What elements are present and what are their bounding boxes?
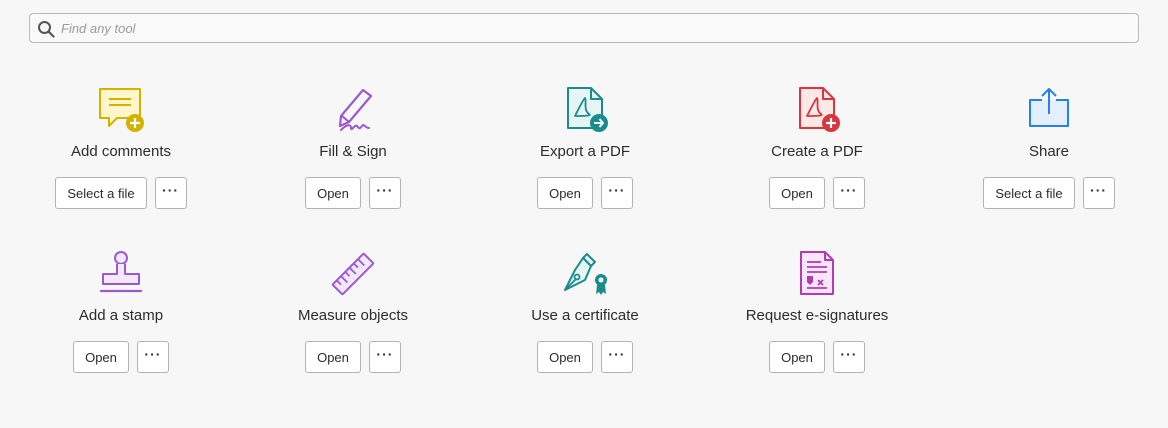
more-icon: ···: [840, 346, 858, 362]
tool-measure-objects: Measure objects Open ···: [237, 250, 469, 400]
more-icon: ···: [1090, 182, 1108, 198]
tool-request-e-signatures: Request e-signatures Open ···: [701, 250, 933, 400]
tool-export-pdf: Export a PDF Open ···: [469, 86, 701, 236]
share-select-file-button[interactable]: Select a file: [983, 177, 1075, 209]
stamp-icon: [99, 251, 143, 293]
tool-label: Use a certificate: [531, 307, 639, 324]
tool-label: Measure objects: [297, 307, 409, 324]
tool-label: Share: [1028, 143, 1070, 160]
add-comments-more-button[interactable]: ···: [154, 177, 187, 209]
add-stamp-more-button[interactable]: ···: [136, 341, 169, 373]
measure-objects-more-button[interactable]: ···: [368, 341, 401, 373]
tool-fill-sign: Fill & Sign Open ···: [237, 86, 469, 236]
tool-label: Create a PDF: [771, 143, 863, 160]
add-stamp-open-button[interactable]: Open: [73, 341, 129, 373]
more-icon: ···: [162, 182, 180, 198]
add-comments-select-file-button[interactable]: Select a file: [55, 177, 147, 209]
search-input[interactable]: [61, 14, 1121, 42]
tool-add-comments: Add comments Select a file ···: [5, 86, 237, 236]
more-icon: ···: [376, 182, 394, 198]
export-pdf-more-button[interactable]: ···: [600, 177, 633, 209]
more-icon: ···: [144, 346, 162, 362]
create-pdf-more-button[interactable]: ···: [832, 177, 865, 209]
export-pdf-open-button[interactable]: Open: [537, 177, 593, 209]
tool-label: Export a PDF: [539, 143, 631, 160]
more-icon: ···: [376, 346, 394, 362]
tool-share: Share Select a file ···: [933, 86, 1165, 236]
request-e-signatures-more-button[interactable]: ···: [832, 341, 865, 373]
fill-sign-open-button[interactable]: Open: [305, 177, 361, 209]
more-icon: ···: [840, 182, 858, 198]
tool-label: Fill & Sign: [319, 143, 387, 160]
create-pdf-open-button[interactable]: Open: [769, 177, 825, 209]
ruler-icon: [331, 252, 375, 296]
certificate-pen-icon: [564, 253, 607, 295]
tool-use-certificate: Use a certificate Open ···: [469, 250, 701, 400]
use-certificate-more-button[interactable]: ···: [600, 341, 633, 373]
more-icon: ···: [608, 346, 626, 362]
measure-objects-open-button[interactable]: Open: [305, 341, 361, 373]
export-pdf-icon: [567, 87, 608, 132]
request-e-signatures-open-button[interactable]: Open: [769, 341, 825, 373]
tool-label: Add a stamp: [78, 307, 164, 324]
use-certificate-open-button[interactable]: Open: [537, 341, 593, 373]
more-icon: ···: [608, 182, 626, 198]
tool-create-pdf: Create a PDF Open ···: [701, 86, 933, 236]
search-icon: [38, 21, 55, 38]
tool-label: Add comments: [70, 143, 172, 160]
share-more-button[interactable]: ···: [1082, 177, 1115, 209]
tool-label: Request e-signatures: [745, 307, 889, 324]
share-icon: [1029, 88, 1069, 127]
fill-sign-more-button[interactable]: ···: [368, 177, 401, 209]
create-pdf-icon: [799, 87, 840, 132]
tool-search[interactable]: [29, 13, 1139, 43]
e-signature-document-icon: [800, 251, 834, 295]
comment-add-icon: [99, 88, 144, 132]
tool-add-stamp: Add a stamp Open ···: [5, 250, 237, 400]
fill-sign-icon: [338, 88, 373, 131]
